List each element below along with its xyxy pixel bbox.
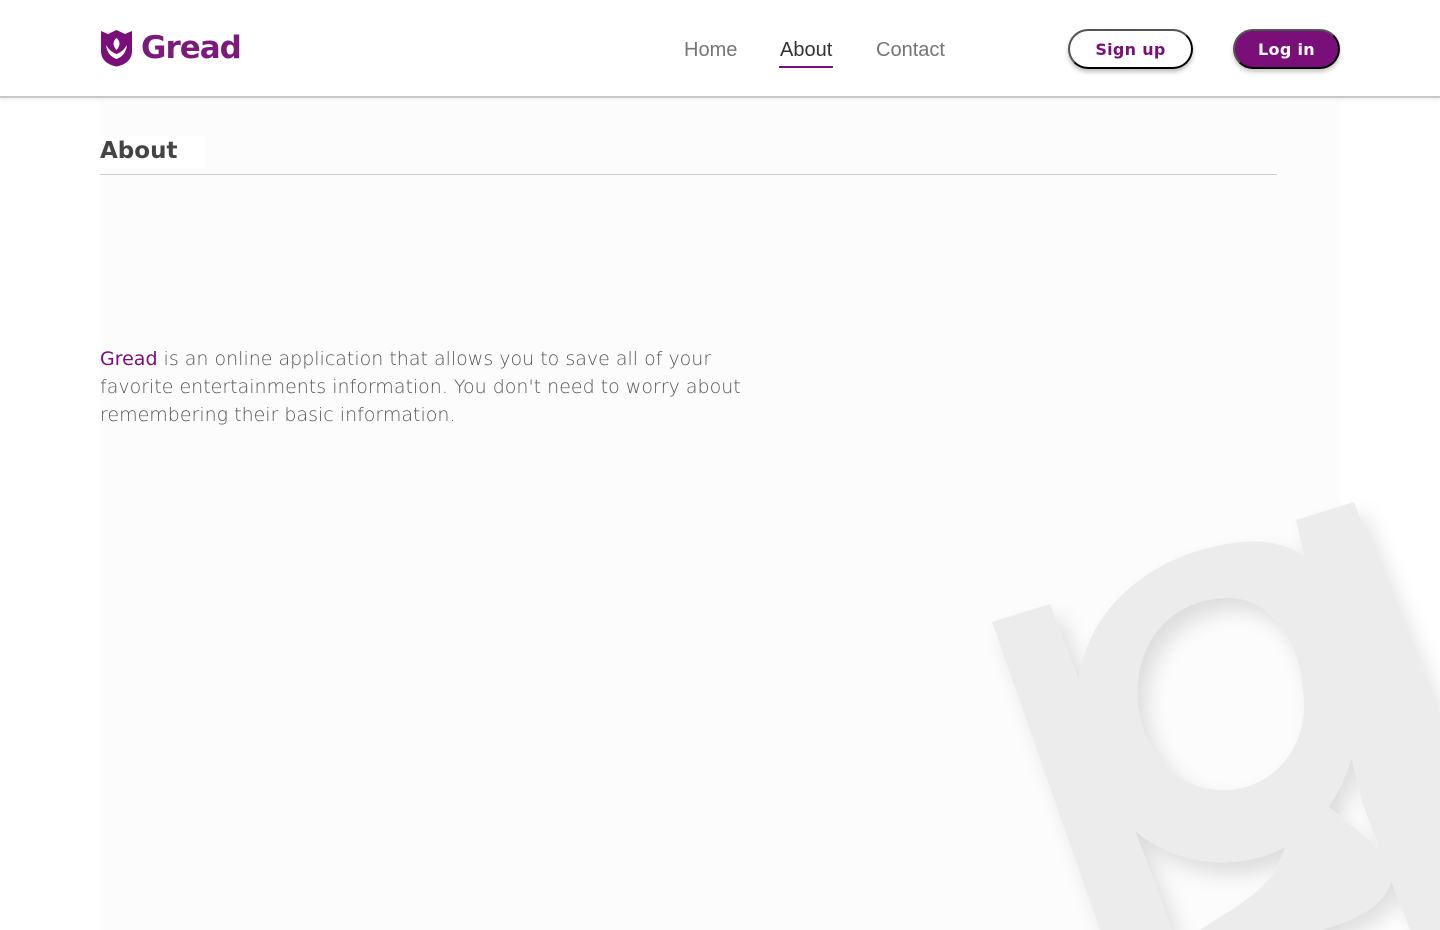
nav-home-link[interactable]: Home: [684, 38, 780, 68]
shield-leaf-icon: [101, 30, 132, 67]
gread-watermark-icon: [992, 502, 1440, 930]
signup-button[interactable]: Sign up: [1068, 29, 1193, 69]
brand-name: Gread: [141, 30, 242, 66]
about-description: Gread is an online application that allo…: [100, 345, 760, 429]
login-button[interactable]: Log in: [1233, 29, 1340, 69]
top-navbar: Gread Home About Contact Sign up Log in: [0, 0, 1440, 98]
nav-contact-link[interactable]: Contact: [876, 38, 966, 68]
brand-highlight: Gread: [100, 348, 158, 370]
brand-logo[interactable]: Gread: [100, 28, 242, 68]
description-text: is an online application that allows you…: [100, 348, 741, 426]
nav-about-link[interactable]: About: [779, 38, 876, 68]
main-nav: Home About Contact: [684, 38, 966, 68]
title-divider: [100, 174, 1277, 175]
page-title: About: [100, 136, 206, 168]
